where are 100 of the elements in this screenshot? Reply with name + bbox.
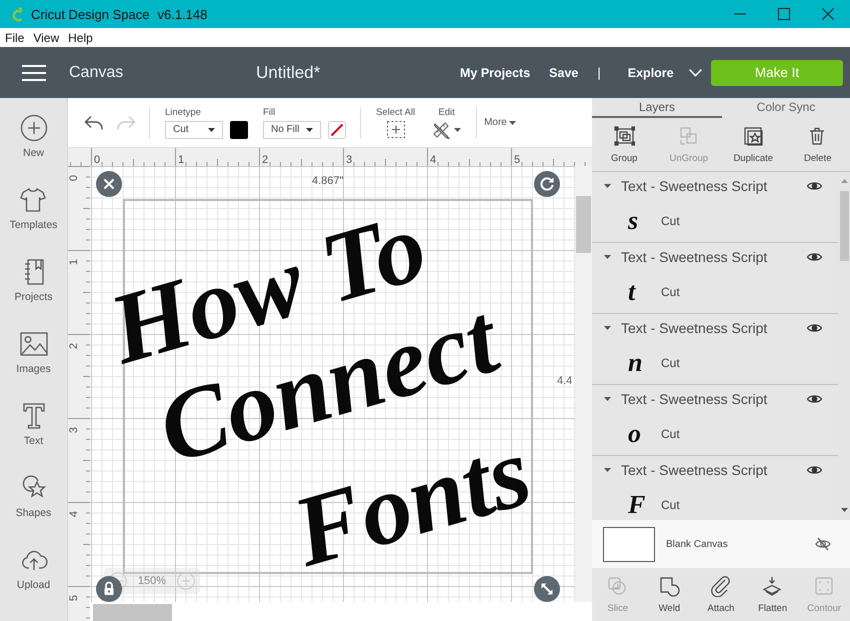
ruler-number: 3 [346,154,352,166]
ruler-number: 2 [68,342,80,350]
sidebar-item[interactable]: Upload [16,546,50,591]
flatten-icon [762,576,784,596]
close-icon[interactable] [822,8,834,20]
caret-down-icon[interactable] [604,468,611,472]
layer-preview: t [628,278,637,304]
app-title: Cricut Design Space [31,6,150,22]
scrollbar-track[interactable] [575,166,592,602]
explore-menu[interactable]: Explore [628,66,702,80]
header-link[interactable]: Save [549,66,578,80]
flatten-button[interactable]: Flatten [758,576,788,614]
undo-icon[interactable] [84,114,104,130]
duplicate-button[interactable]: Duplicate [733,126,774,164]
group-button[interactable]: Group [611,126,638,164]
t-shirt-icon [19,186,48,214]
close-icon[interactable] [96,171,122,197]
caret-icon [208,128,215,132]
pencil-ruler-icon [432,120,452,138]
eye-icon[interactable] [807,464,822,474]
resize-icon[interactable] [534,576,560,602]
scrollbar-thumb[interactable] [576,196,591,253]
edit-menu[interactable]: Edit [432,106,462,138]
caret-down-icon[interactable] [604,326,611,330]
caret-icon [508,120,516,124]
sidebar-item[interactable]: Shapes [16,474,52,519]
caret-down-icon[interactable] [604,254,611,258]
eye-icon[interactable] [807,394,822,404]
ruler-number: 4 [68,510,80,518]
layer-operation: Cut [661,214,680,228]
layer-name: Text - Sweetness Script [621,462,768,478]
header-link[interactable]: My Projects [460,66,530,80]
eye-icon[interactable] [807,180,822,190]
chevron-down-icon [688,68,702,76]
duplicate-icon [742,126,764,146]
canvas-swatch-icon[interactable] [603,526,655,562]
layer-operation: Cut [661,498,680,512]
fill-label: Fill [263,106,276,118]
maximize-icon[interactable] [778,8,790,20]
linetype-select[interactable]: Cut [165,120,223,138]
menu-item[interactable]: View [33,30,60,44]
rotate-icon[interactable] [534,171,560,197]
sidebar-item[interactable]: Templates [10,186,58,231]
layer-name: Text - Sweetness Script [621,320,768,336]
layer-preview: n [628,350,644,376]
menu-icon[interactable] [22,64,46,80]
ruler-number: 2 [262,154,268,166]
contour-icon [814,576,835,596]
plus-circle-icon [20,114,48,142]
layer-name: Text - Sweetness Script [621,178,768,194]
ruler-number: 1 [68,258,80,266]
canvas-layer-row[interactable]: Blank Canvas [592,520,850,568]
delete-button[interactable]: Delete [804,126,832,164]
menu-item[interactable]: Help [68,30,93,44]
eye-slash-icon[interactable] [815,537,831,551]
sidebar-item[interactable]: Images [16,330,51,375]
picture-icon [20,330,48,358]
section-title: Canvas [69,64,124,82]
no-fill-swatch-icon[interactable] [328,120,346,138]
fill-select[interactable]: No Fill [263,120,321,138]
layer-preview: s [628,208,640,234]
linetype-swatch-icon[interactable] [230,120,248,138]
layer-name: Text - Sweetness Script [621,390,768,406]
sidebar-item[interactable]: New [20,114,48,159]
sidebar-item[interactable]: Projects [14,258,52,303]
sidebar-item[interactable]: Text [20,402,48,447]
width-dimension: 4.867" [312,175,344,187]
canvas-layer-name: Blank Canvas [666,538,728,550]
app-logo-icon [11,6,24,22]
caret-down-icon[interactable] [604,396,611,400]
layer-operation: Cut [661,426,680,440]
linetype-label: Linetype [165,106,202,118]
ruler-number: 3 [68,426,80,434]
ruler-number: 4 [430,154,436,166]
ruler-number: 0 [68,174,80,182]
eye-icon[interactable] [807,322,822,332]
scrollbar-thumb[interactable] [840,191,848,261]
panel-tab[interactable]: Color Sync [722,98,850,118]
panel-tab[interactable]: Layers [592,98,722,118]
scroll-down-icon[interactable] [840,508,848,512]
select-all-button[interactable]: Select All [376,107,416,138]
weld-button[interactable]: Weld [658,576,680,614]
header-separator: | [597,65,601,80]
ruler-number: 5 [514,154,520,166]
menu-item[interactable]: File [5,30,24,44]
scrollbar-thumb[interactable] [93,604,172,621]
group-icon [614,126,635,146]
caret-icon [454,128,462,132]
more-menu[interactable]: More [484,117,516,128]
height-dimension: 4.4 [557,375,572,387]
minimize-icon[interactable] [734,13,746,15]
layer-preview: o [628,420,642,446]
ruler-number: 5 [68,594,80,602]
attach-button[interactable]: Attach [708,576,734,614]
project-title: Untitled* [256,62,322,82]
ruler-number: 0 [94,154,100,166]
caret-down-icon[interactable] [604,184,611,188]
lock-icon[interactable] [96,576,122,602]
paperclip-icon [710,576,732,596]
eye-icon[interactable] [807,252,822,262]
